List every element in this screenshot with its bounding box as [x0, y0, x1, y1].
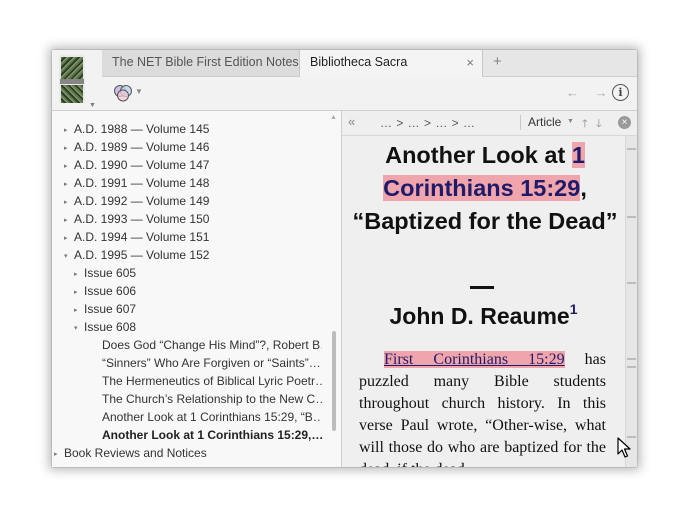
collapsed-arrow-icon[interactable]: ▸ [54, 446, 64, 462]
tab-label: Bibliotheca Sacra [310, 55, 408, 69]
collapse-panel-icon[interactable]: « [348, 114, 355, 129]
toc-item[interactable]: ▸ A.D. 1988 — Volume 145 [64, 120, 322, 138]
app-window: ▼ The NET Bible First Edition Notes Bibl… [52, 50, 637, 467]
chevron-down-icon[interactable]: ▼ [89, 102, 96, 109]
cover-image-top [61, 57, 83, 79]
scroll-marker [627, 148, 636, 150]
arrow-down-icon[interactable]: 🡓 [596, 115, 602, 134]
breadcrumb[interactable]: … > … > … > … [380, 116, 476, 130]
toc-item[interactable]: ▸ Book Reviews and Notices [54, 444, 322, 462]
info-icon[interactable]: i [612, 84, 629, 101]
right-scrollbar[interactable] [625, 136, 637, 467]
toc-item-label: The Hermeneutics of Biblical Lyric Poetr… [102, 374, 322, 388]
toc-item[interactable]: Another Look at 1 Corinthians 15:29, “B… [92, 408, 322, 426]
paragraph-text: has puzzled many Bible students througho… [359, 351, 607, 467]
scroll-up-icon[interactable]: ▲ [330, 114, 337, 121]
footnote-link[interactable]: 1 [570, 301, 578, 317]
toc-item[interactable]: ▸ A.D. 1990 — Volume 147 [64, 156, 322, 174]
toc-item-label: Another Look at 1 Corinthians 15:29, “B… [102, 410, 322, 424]
tab-bibliotheca-sacra[interactable]: Bibliotheca Sacra × [300, 50, 483, 77]
collapsed-arrow-icon[interactable]: ▸ [64, 194, 74, 210]
toc-item[interactable]: ▾ A.D. 1995 — Volume 152 [64, 246, 322, 264]
toc-item[interactable]: ▸ A.D. 1989 — Volume 146 [64, 138, 322, 156]
article-title: Another Look at 1 Corinthians 15:29, “Ba… [352, 139, 618, 238]
toc-item-label: Issue 606 [84, 284, 137, 298]
toc-item-label: “Sinners” Who Are Forgiven or “Saints”… [102, 356, 321, 370]
arrow-up-icon[interactable]: 🡑 [582, 115, 588, 134]
toc-item[interactable]: ▾ Issue 608 [74, 318, 322, 336]
tab-label: The NET Bible First Edition Notes [112, 55, 299, 69]
title-text: Another Look at [385, 142, 572, 168]
add-tab-button[interactable]: + [493, 50, 502, 74]
article-content: Another Look at 1 Corinthians 15:29, “Ba… [342, 136, 625, 467]
clear-circle-icon[interactable]: × [618, 116, 631, 129]
toc-item-label: A.D. 1992 — Volume 149 [74, 194, 210, 208]
toc-item-label: A.D. 1989 — Volume 146 [74, 140, 210, 154]
close-icon[interactable]: × [466, 50, 474, 75]
toc-item[interactable]: ▸ Issue 607 [74, 300, 322, 318]
collapsed-arrow-icon[interactable]: ▸ [64, 176, 74, 192]
view-mode-dropdown[interactable]: Article [528, 115, 561, 129]
toc-item-label: A.D. 1994 — Volume 151 [74, 230, 210, 244]
collapsed-arrow-icon[interactable]: ▸ [74, 302, 84, 318]
toc-item-label: Issue 608 [84, 320, 137, 334]
mouse-cursor-icon [617, 437, 631, 458]
toc-item-label: Does God “Change His Mind”?, Robert B… [102, 338, 322, 352]
scroll-marker [627, 216, 636, 218]
history-nav-arrows[interactable]: ← → [566, 85, 614, 100]
reader-panel: « … > … > … > … Article ▼ 🡑 🡓 × Another … [342, 111, 637, 467]
collapsed-arrow-icon[interactable]: ▸ [64, 158, 74, 174]
toc-item[interactable]: ▸ A.D. 1991 — Volume 148 [64, 174, 322, 192]
toc-item-label: Issue 607 [84, 302, 137, 316]
toc-item[interactable]: The Church’s Relationship to the New C… [92, 390, 322, 408]
collapsed-arrow-icon[interactable]: ▸ [64, 212, 74, 228]
scripture-link[interactable]: First Corinthians 15:29 [384, 351, 565, 368]
article-author: John D. Reaume1 [342, 301, 625, 330]
reader-toolbar: « … > … > … > … Article ▼ 🡑 🡓 × [342, 111, 637, 136]
tab-strip: The NET Bible First Edition Notes Biblio… [102, 50, 637, 77]
toc-item-label: Another Look at 1 Corinthians 15:29,… [102, 428, 322, 442]
scroll-marker [627, 366, 636, 368]
cover-image-bottom [61, 85, 83, 103]
top-bar: ▼ The NET Bible First Edition Notes Bibl… [52, 50, 637, 111]
toc-item-label: A.D. 1993 — Volume 150 [74, 212, 210, 226]
toc-item[interactable]: Does God “Change His Mind”?, Robert B… [92, 336, 322, 354]
tab-net-bible-notes[interactable]: The NET Bible First Edition Notes [102, 50, 300, 76]
cover-caption [60, 79, 84, 84]
scroll-marker [627, 282, 636, 284]
toc-item[interactable]: ▸ A.D. 1992 — Volume 149 [64, 192, 322, 210]
chevron-down-icon[interactable]: ▼ [135, 87, 143, 96]
toc-item-label: A.D. 1990 — Volume 147 [74, 158, 210, 172]
toc-item-label: A.D. 1991 — Volume 148 [74, 176, 210, 190]
toc-item[interactable]: ▸ Issue 605 [74, 264, 322, 282]
chevron-down-icon[interactable]: ▼ [567, 118, 574, 125]
collapsed-arrow-icon[interactable]: ▸ [64, 140, 74, 156]
scroll-marker [627, 358, 636, 360]
toc-item[interactable]: The Hermeneutics of Biblical Lyric Poetr… [92, 372, 322, 390]
toc-item-label: A.D. 1995 — Volume 152 [74, 248, 210, 262]
toc-item[interactable]: ▸ A.D. 1993 — Volume 150 [64, 210, 322, 228]
toc-item-label: Book Reviews and Notices [64, 446, 207, 460]
collapsed-arrow-icon[interactable]: ▸ [64, 230, 74, 246]
toc-item-label: The Church’s Relationship to the New C… [102, 392, 322, 406]
toc-item[interactable]: Another Look at 1 Corinthians 15:29,… [92, 426, 322, 444]
toc-item-label: A.D. 1988 — Volume 145 [74, 122, 210, 136]
table-of-contents-panel: ▲ ▸ A.D. 1988 — Volume 145 ▸ A.D. 1989 — Vo… [52, 111, 342, 467]
toolbar-divider [520, 115, 521, 130]
resource-cover-thumbnail[interactable] [59, 55, 85, 103]
expanded-arrow-icon[interactable]: ▾ [74, 320, 84, 336]
toc-item[interactable]: ▸ Issue 606 [74, 282, 322, 300]
collapsed-arrow-icon[interactable]: ▸ [74, 266, 84, 282]
author-name: John D. Reaume [389, 303, 570, 329]
left-scrollbar-thumb[interactable] [332, 331, 336, 431]
venn-diagram-icon[interactable] [112, 84, 134, 102]
collapsed-arrow-icon[interactable]: ▸ [74, 284, 84, 300]
toc-item-label: Issue 605 [84, 266, 137, 280]
collapsed-arrow-icon[interactable]: ▸ [64, 122, 74, 138]
article-paragraph: First Corinthians 15:29 has puzzled many… [359, 349, 606, 467]
toc-item[interactable]: ▸ A.D. 1994 — Volume 151 [64, 228, 322, 246]
title-divider [470, 286, 494, 289]
expanded-arrow-icon[interactable]: ▾ [64, 248, 74, 264]
toc-item[interactable]: “Sinners” Who Are Forgiven or “Saints”… [92, 354, 322, 372]
